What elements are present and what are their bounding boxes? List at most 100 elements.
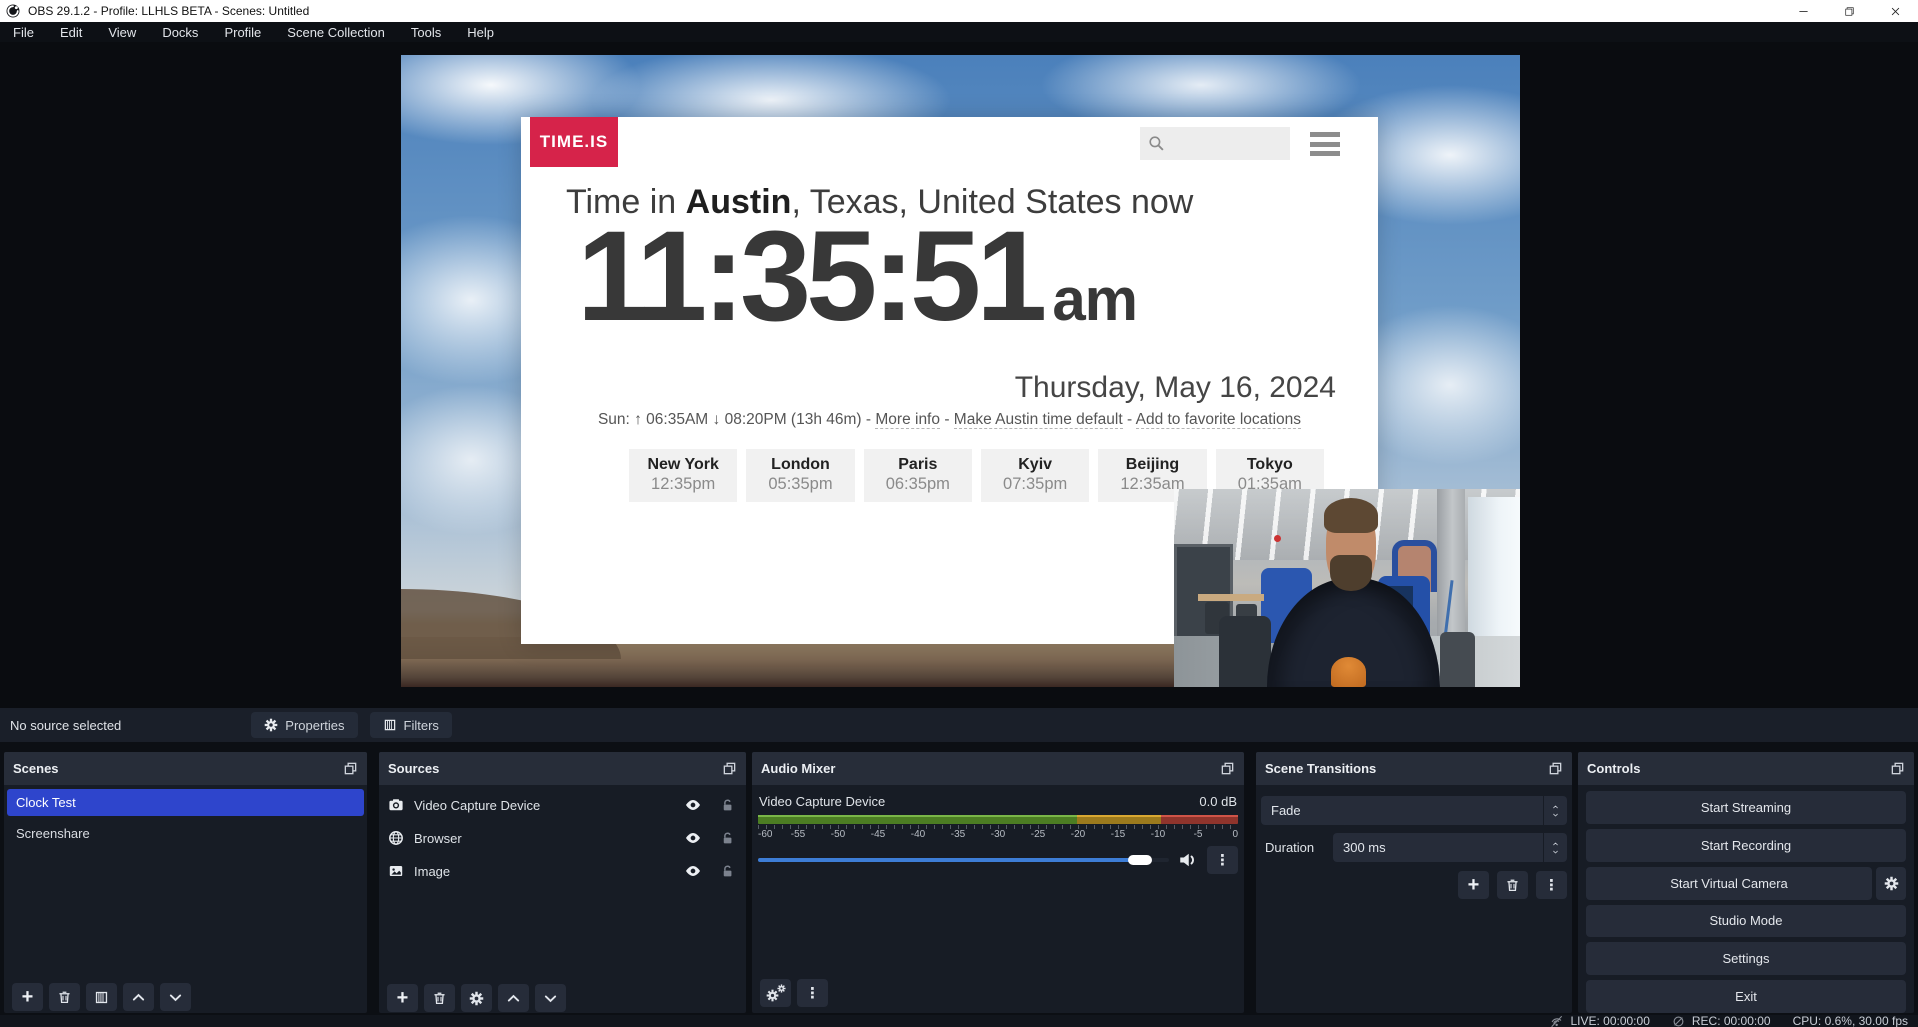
studio-mode-button[interactable]: Studio Mode (1586, 905, 1906, 938)
advanced-audio-button[interactable] (760, 979, 791, 1007)
move-scene-down-button[interactable] (160, 983, 191, 1011)
lock-icon[interactable] (720, 864, 735, 879)
double-gear-icon (766, 984, 786, 1002)
visibility-eye-icon[interactable] (684, 829, 702, 847)
menu-view[interactable]: View (95, 22, 149, 42)
timeis-search-box[interactable] (1140, 127, 1290, 160)
source-row-browser[interactable]: Browser (379, 823, 746, 853)
add-favorite-link[interactable]: Add to favorite locations (1136, 411, 1301, 429)
transition-menu-button[interactable]: ⋮ (1536, 871, 1567, 899)
city-paris[interactable]: Paris06:35pm (864, 449, 972, 502)
duration-spinbox[interactable]: 300 ms (1333, 833, 1567, 862)
program-canvas[interactable]: TIME.IS Time in Austin, Texas, United St… (401, 55, 1520, 687)
lock-icon[interactable] (720, 798, 735, 813)
restore-button[interactable] (1826, 0, 1872, 22)
mixer-channel-label: Video Capture Device (759, 794, 885, 809)
menu-tools[interactable]: Tools (398, 22, 454, 42)
restore-icon (1844, 6, 1855, 17)
virtual-camera-settings-button[interactable] (1876, 867, 1906, 900)
scenes-toolbar: + (4, 977, 367, 1013)
source-properties-button[interactable] (461, 984, 492, 1012)
move-scene-up-button[interactable] (123, 983, 154, 1011)
popout-icon[interactable] (1220, 761, 1235, 776)
audio-mixer-panel: Audio Mixer Video Capture Device 0.0 dB … (752, 752, 1244, 1013)
audio-mixer-toolbar: ⋮ (752, 973, 1244, 1013)
select-spinner[interactable] (1543, 796, 1567, 825)
properties-button[interactable]: Properties (251, 712, 357, 738)
minimize-button[interactable] (1780, 0, 1826, 22)
scenes-panel-header[interactable]: Scenes (4, 752, 367, 785)
transitions-header[interactable]: Scene Transitions (1256, 752, 1572, 785)
close-icon (1890, 6, 1901, 17)
scene-item-clock-test[interactable]: Clock Test (7, 789, 364, 816)
start-recording-button[interactable]: Start Recording (1586, 829, 1906, 862)
source-toolbar: No source selected Properties Filters (0, 708, 1918, 742)
move-source-down-button[interactable] (535, 984, 566, 1012)
timeis-logo[interactable]: TIME.IS (530, 117, 618, 167)
menu-edit[interactable]: Edit (47, 22, 95, 42)
remove-transition-button[interactable] (1497, 871, 1528, 899)
close-button[interactable] (1872, 0, 1918, 22)
duration-spinner[interactable] (1543, 833, 1567, 862)
add-transition-button[interactable]: + (1458, 871, 1489, 899)
add-scene-button[interactable]: + (12, 983, 43, 1011)
speaker-icon[interactable] (1178, 850, 1198, 870)
start-streaming-button[interactable]: Start Streaming (1586, 791, 1906, 824)
city-london[interactable]: London05:35pm (746, 449, 854, 502)
mixer-menu-button[interactable]: ⋮ (797, 979, 828, 1007)
popout-icon[interactable] (1890, 761, 1905, 776)
sources-panel: Sources Video Capture Device Browser (379, 752, 746, 1013)
volume-slider[interactable] (758, 847, 1169, 873)
city-newyork[interactable]: New York12:35pm (629, 449, 737, 502)
filters-button[interactable]: Filters (370, 712, 452, 738)
sources-toolbar: + (379, 978, 746, 1013)
preview-area[interactable]: TIME.IS Time in Austin, Texas, United St… (0, 42, 1918, 708)
controls-header[interactable]: Controls (1578, 752, 1914, 785)
visibility-eye-icon[interactable] (684, 796, 702, 814)
window-title: OBS 29.1.2 - Profile: LLHLS BETA - Scene… (28, 4, 309, 18)
globe-icon (388, 830, 404, 846)
clock-ampm: am (1052, 266, 1137, 333)
sources-panel-header[interactable]: Sources (379, 752, 746, 785)
lock-icon[interactable] (720, 831, 735, 846)
menu-docks[interactable]: Docks (149, 22, 211, 42)
menu-help[interactable]: Help (454, 22, 507, 42)
webcam-source[interactable] (1174, 489, 1520, 687)
audio-mixer-header[interactable]: Audio Mixer (752, 752, 1244, 785)
settings-button[interactable]: Settings (1586, 942, 1906, 975)
trash-icon (1505, 878, 1520, 893)
menu-file[interactable]: File (0, 22, 47, 42)
chevron-up-icon (1551, 804, 1560, 810)
more-info-link[interactable]: More info (875, 411, 940, 429)
exit-button[interactable]: Exit (1586, 980, 1906, 1013)
scene-item-screenshare[interactable]: Screenshare (7, 820, 364, 847)
menu-profile[interactable]: Profile (211, 22, 274, 42)
remove-source-button[interactable] (424, 984, 455, 1012)
popout-icon[interactable] (1548, 761, 1563, 776)
make-default-link[interactable]: Make Austin time default (954, 411, 1123, 429)
hamburger-menu-icon[interactable] (1310, 132, 1340, 156)
add-source-button[interactable]: + (387, 984, 418, 1012)
city-kyiv[interactable]: Kyiv07:35pm (981, 449, 1089, 502)
move-source-up-button[interactable] (498, 984, 529, 1012)
image-icon (388, 863, 404, 879)
hoodie-logo (1331, 657, 1366, 687)
menu-scene-collection[interactable]: Scene Collection (274, 22, 398, 42)
dock-area: Scenes Clock Test Screenshare + Sources (0, 742, 1918, 1015)
popout-icon[interactable] (722, 761, 737, 776)
start-virtual-camera-button[interactable]: Start Virtual Camera (1586, 867, 1872, 900)
scene-transitions-panel: Scene Transitions Fade Duration (1256, 752, 1572, 1013)
gear-icon (1884, 876, 1899, 891)
scene-filters-button[interactable] (86, 983, 117, 1011)
mixer-options-button[interactable]: ⋮ (1207, 846, 1238, 874)
transition-select[interactable]: Fade (1261, 796, 1567, 825)
source-row-video-capture[interactable]: Video Capture Device (379, 790, 746, 820)
mixer-db-value: 0.0 dB (1199, 794, 1237, 809)
cpu-fps-status: CPU: 0.6%, 30.00 fps (1793, 1014, 1908, 1027)
remove-scene-button[interactable] (49, 983, 80, 1011)
popout-icon[interactable] (343, 761, 358, 776)
volume-slider-handle[interactable] (1128, 855, 1152, 865)
source-row-image[interactable]: Image (379, 856, 746, 886)
titlebar: OBS 29.1.2 - Profile: LLHLS BETA - Scene… (0, 0, 1918, 22)
visibility-eye-icon[interactable] (684, 862, 702, 880)
